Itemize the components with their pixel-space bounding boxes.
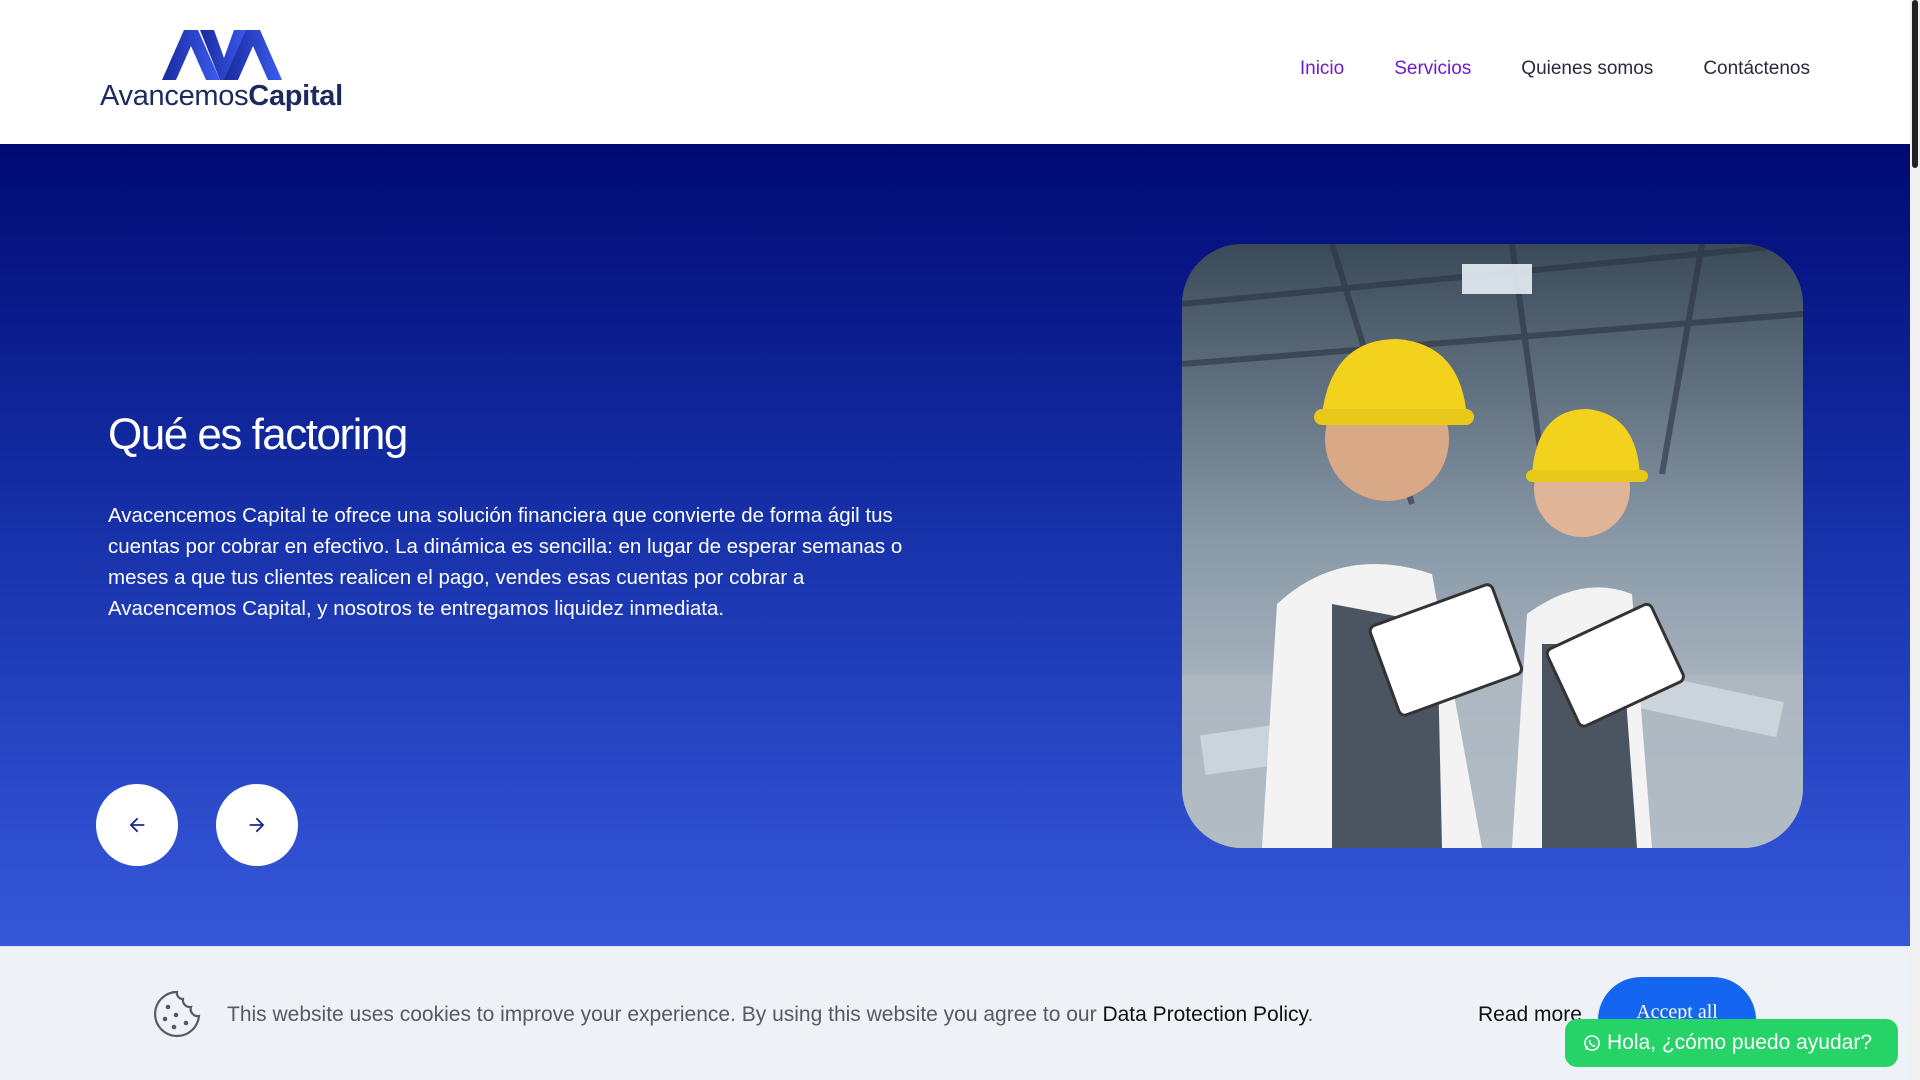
logo-text: AvancemosCapital xyxy=(100,80,343,112)
page: AvancemosCapital Inicio Servicios Quiene… xyxy=(0,0,1920,1080)
cookie-message-text: This website uses cookies to improve you… xyxy=(227,1003,1103,1026)
nav-item-quienes-somos[interactable]: Quienes somos xyxy=(1521,58,1653,80)
data-protection-policy-link[interactable]: Data Protection Policy xyxy=(1102,1003,1307,1026)
whatsapp-label: Hola, ¿cómo puedo ayudar? xyxy=(1607,1031,1872,1054)
hero-description: Avacencemos Capital te ofrece una soluci… xyxy=(108,504,903,620)
whatsapp-chat-button[interactable]: Hola, ¿cómo puedo ayudar? xyxy=(1565,1019,1898,1067)
arrow-left-icon xyxy=(129,817,145,833)
cookie-message-period: . xyxy=(1307,1003,1314,1026)
logo[interactable]: AvancemosCapital xyxy=(100,28,345,116)
main-nav: Inicio Servicios Quienes somos Contácten… xyxy=(1300,58,1810,80)
nav-item-servicios[interactable]: Servicios xyxy=(1394,58,1471,80)
nav-item-contactenos[interactable]: Contáctenos xyxy=(1703,58,1810,80)
slider-next-button[interactable] xyxy=(216,784,298,866)
hero-title: Qué es factoring xyxy=(108,410,408,459)
whatsapp-icon xyxy=(1584,1035,1600,1051)
site-header: AvancemosCapital Inicio Servicios Quiene… xyxy=(0,0,1910,144)
logo-mark xyxy=(162,30,282,80)
hero-slider: Qué es factoring Avacencemos Capital te … xyxy=(0,144,1910,1080)
nav-item-inicio[interactable]: Inicio xyxy=(1300,58,1344,80)
scrollbar[interactable] xyxy=(1910,0,1920,1080)
hero-photo-workers xyxy=(1182,244,1803,848)
cookie-message: This website uses cookies to improve you… xyxy=(227,1003,1313,1027)
scrollbar-thumb[interactable] xyxy=(1912,0,1918,168)
slider-prev-button[interactable] xyxy=(96,784,178,866)
cookie-icon xyxy=(154,990,201,1038)
arrow-right-icon xyxy=(249,817,265,833)
